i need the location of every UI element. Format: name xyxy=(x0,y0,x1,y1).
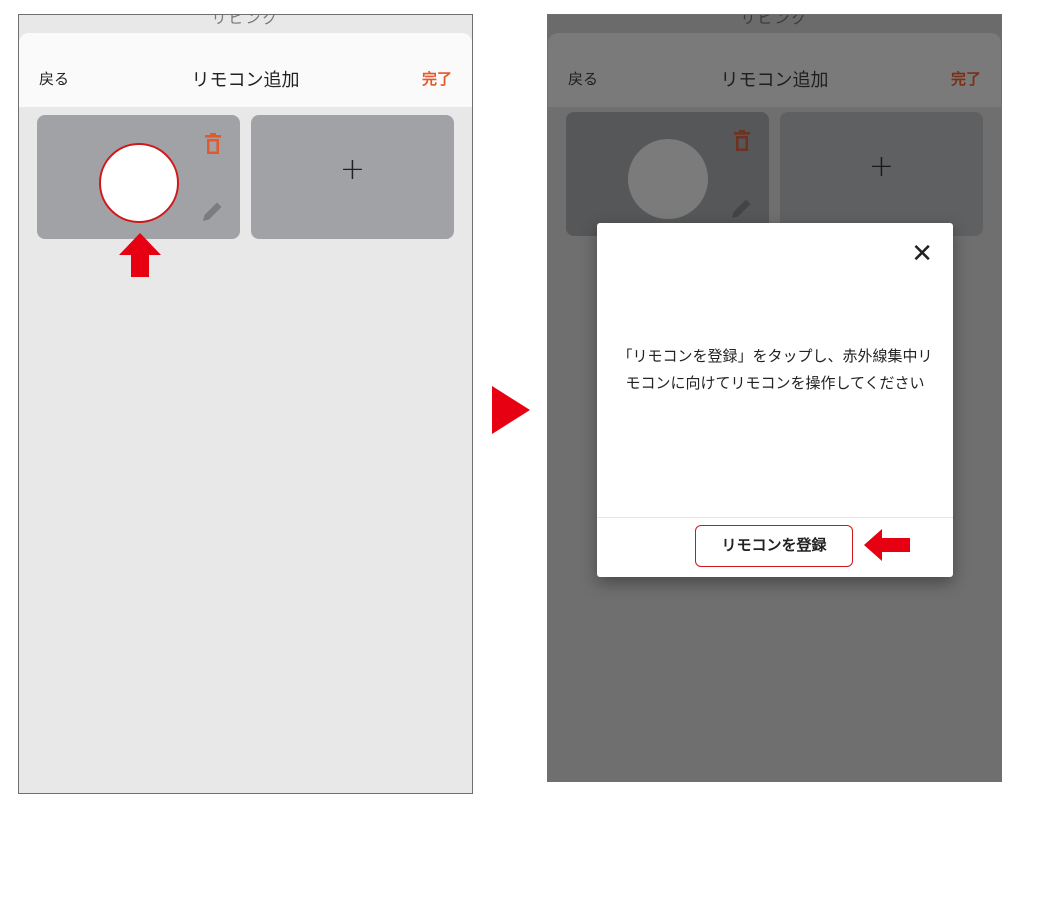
add-remote-card: + xyxy=(780,112,983,236)
done-button[interactable]: 完了 xyxy=(422,68,452,89)
register-remote-dialog: ✕ 「リモコンを登録」をタップし、赤外線集中リ モコンに向けてリモコンを操作して… xyxy=(597,223,953,577)
remote-card[interactable] xyxy=(37,115,240,239)
nav-header: 戻る リモコン追加 完了 xyxy=(19,33,472,107)
page-title: リモコン追加 xyxy=(191,70,300,91)
arrow-up-callout-icon xyxy=(119,233,161,277)
page-title: リモコン追加 xyxy=(720,70,829,91)
pencil-icon[interactable] xyxy=(199,199,225,225)
trash-icon[interactable] xyxy=(204,133,222,155)
screen-register-remote: リビング 戻る リモコン追加 完了 + ✕ 「リモコンを登録」をタップし、赤外線… xyxy=(547,14,1002,782)
close-icon[interactable]: ✕ xyxy=(911,241,933,267)
pencil-icon xyxy=(732,199,751,218)
dialog-message-line: モコンに向けてリモコンを操作してください xyxy=(625,374,925,392)
next-step-arrow-icon xyxy=(492,386,530,434)
dialog-divider xyxy=(597,517,953,518)
register-remote-button[interactable]: リモコンを登録 xyxy=(695,525,853,567)
dialog-message: 「リモコンを登録」をタップし、赤外線集中リ モコンに向けてリモコンを操作してくだ… xyxy=(597,343,953,397)
trash-icon xyxy=(734,130,750,151)
plus-icon: + xyxy=(868,149,895,184)
arrow-left-callout-icon xyxy=(864,529,910,561)
room-name-peek: リビング xyxy=(211,14,280,27)
remote-grid: + xyxy=(19,107,472,793)
remote-card xyxy=(566,112,769,236)
screen-add-remote: リビング 戻る リモコン追加 完了 + xyxy=(18,14,473,794)
remote-grid: + ✕ 「リモコンを登録」をタップし、赤外線集中リ モコンに向けてリモコンを操作… xyxy=(548,107,1001,781)
done-button[interactable]: 完了 xyxy=(951,68,981,89)
room-name-peek: リビング xyxy=(740,14,809,27)
plus-icon: + xyxy=(339,152,366,187)
remote-icon-placeholder xyxy=(628,139,708,219)
remote-icon-placeholder[interactable] xyxy=(99,143,179,223)
add-remote-card[interactable]: + xyxy=(251,115,454,239)
nav-header: 戻る リモコン追加 完了 xyxy=(548,33,1001,107)
dialog-message-line: 「リモコンを登録」をタップし、赤外線集中リ xyxy=(617,347,933,365)
